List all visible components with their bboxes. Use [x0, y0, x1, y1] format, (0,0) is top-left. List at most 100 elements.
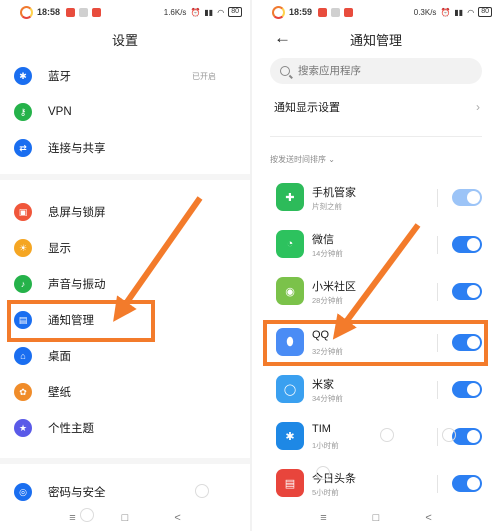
toggle-divider: [437, 428, 438, 446]
app-name: 米家: [312, 379, 334, 391]
sound-icon: ♪: [14, 275, 32, 293]
settings-item[interactable]: ✿ 壁纸: [0, 374, 250, 410]
status-time: 18:59: [289, 7, 313, 17]
home-nav-button[interactable]: □: [122, 512, 129, 524]
settings-item-label: VPN: [48, 106, 72, 118]
notification-app-icon: [318, 7, 328, 17]
bluetooth-icon: ✱: [14, 67, 32, 85]
status-bar: 18:58 1.6K/s ⏰ ▮▮ ◠ 80: [0, 0, 250, 24]
app-notification-row[interactable]: ▤ 今日头条 5小时前: [252, 461, 500, 508]
share-icon: ⇄: [14, 139, 32, 157]
notification-toggle[interactable]: [452, 381, 482, 398]
wifi-icon: ◠: [217, 7, 225, 17]
highlight-box-notification-management: [7, 300, 155, 342]
app-notification-row[interactable]: ✱ TIM 1小时前: [252, 414, 500, 461]
status-time: 18:58: [37, 7, 61, 17]
toggle-divider: [437, 189, 438, 207]
alarm-icon: ⏰: [440, 7, 451, 17]
notification-display-label: 通知显示设置: [274, 102, 340, 114]
app-last-notification-time: 片刻之前: [312, 202, 342, 211]
navigation-bar: ≡ □ <: [252, 505, 500, 531]
notification-toggle[interactable]: [452, 475, 482, 492]
signal-icon: ▮▮: [204, 7, 214, 17]
sort-dropdown[interactable]: 按发送时间排序 ⌄: [270, 154, 335, 165]
alarm-icon: ⏰: [190, 7, 201, 17]
notification-app-icon: [344, 7, 354, 17]
notification-app-icon: [92, 7, 102, 17]
settings-item-label: 蓝牙: [48, 71, 71, 83]
navigation-bar: ≡ □ <: [0, 505, 250, 531]
app-name: 微信: [312, 234, 334, 246]
tim-icon: ✱: [276, 422, 304, 450]
vpn-key-icon: ⚷: [14, 103, 32, 121]
app-status-ring-icon: [272, 5, 285, 19]
notification-toggle[interactable]: [452, 189, 482, 206]
toggle-divider: [437, 236, 438, 254]
notification-toggle[interactable]: [452, 236, 482, 253]
password-security-icon: ◎: [14, 483, 32, 501]
toggle-divider: [437, 381, 438, 399]
wallpaper-icon: ✿: [14, 383, 32, 401]
touch-indicator-icon: [195, 484, 209, 498]
menu-nav-button[interactable]: ≡: [320, 512, 326, 524]
settings-item[interactable]: ★ 个性主题: [0, 410, 250, 446]
toutiao-icon: ▤: [276, 469, 304, 497]
network-speed: 0.3K/s: [413, 7, 437, 17]
app-last-notification-time: 34分钟前: [312, 394, 343, 403]
touch-indicator-icon: [442, 428, 456, 442]
notification-toggle[interactable]: [452, 283, 482, 300]
app-notification-row[interactable]: ✚ 手机管家 片刻之前: [252, 175, 500, 222]
settings-item[interactable]: ⌂ 桌面: [0, 338, 250, 374]
search-bar[interactable]: [270, 58, 482, 84]
menu-nav-button[interactable]: ≡: [69, 512, 75, 524]
back-nav-button[interactable]: <: [425, 512, 431, 524]
status-bar: 18:59 0.3K/s ⏰ ▮▮ ◠ 80: [252, 0, 500, 24]
notification-app-icon: [79, 7, 89, 17]
settings-item[interactable]: ✱ 蓝牙 已开启: [0, 58, 250, 94]
wechat-icon: ◔: [276, 230, 304, 258]
settings-item-label: 声音与振动: [48, 279, 106, 291]
app-notification-row[interactable]: ◔ 微信 14分钟前: [252, 222, 500, 269]
settings-item[interactable]: ▣ 息屏与锁屏: [0, 194, 250, 230]
notification-display-settings[interactable]: 通知显示设置 ›: [252, 92, 500, 122]
notification-management-screen: 18:59 0.3K/s ⏰ ▮▮ ◠ 80 ← 通知管理 通知显示设置 › 按…: [252, 0, 500, 531]
settings-item-label: 连接与共享: [48, 143, 106, 155]
back-nav-button[interactable]: <: [174, 512, 180, 524]
home-nav-button[interactable]: □: [373, 512, 380, 524]
settings-item[interactable]: ⇄ 连接与共享: [0, 130, 250, 166]
mijia-icon: ◯: [276, 375, 304, 403]
chevron-down-icon: ⌄: [328, 155, 335, 164]
app-notification-row[interactable]: ◉ 小米社区 28分钟前: [252, 269, 500, 316]
search-input[interactable]: [298, 65, 468, 77]
settings-item[interactable]: ☀ 显示: [0, 230, 250, 266]
settings-item-label: 显示: [48, 243, 71, 255]
sort-label: 按发送时间排序: [270, 155, 326, 164]
page-title: 设置: [111, 33, 138, 48]
display-brightness-icon: ☀: [14, 239, 32, 257]
settings-item-label: 壁纸: [48, 387, 71, 399]
chevron-right-icon: ›: [476, 100, 480, 114]
app-name: TIM: [312, 423, 331, 435]
security-manager-icon: ✚: [276, 183, 304, 211]
notification-toggle[interactable]: [452, 428, 482, 445]
settings-screen: 18:58 1.6K/s ⏰ ▮▮ ◠ 80 设置 ✱ 蓝牙 已开启 ⚷ VPN ⇄ 连接与…: [0, 0, 250, 531]
touch-indicator-icon: [316, 466, 330, 480]
settings-item[interactable]: ⚷ VPN: [0, 94, 250, 130]
settings-item[interactable]: ♪ 声音与振动: [0, 266, 250, 302]
notification-app-icon: [331, 7, 341, 17]
app-notification-row[interactable]: ◯ 米家 34分钟前: [252, 367, 500, 414]
group-separator: [0, 174, 250, 180]
app-status-ring-icon: [20, 5, 33, 19]
settings-item-label: 个性主题: [48, 423, 94, 435]
app-last-notification-time: 1小时前: [312, 441, 339, 450]
battery-indicator: 80: [478, 7, 492, 17]
toggle-divider: [437, 475, 438, 493]
settings-item-label: 桌面: [48, 351, 71, 363]
notification-app-icon: [66, 7, 76, 17]
page-title: 通知管理: [349, 33, 402, 48]
mi-community-icon: ◉: [276, 277, 304, 305]
app-last-notification-time: 28分钟前: [312, 296, 343, 305]
settings-item-label: 密码与安全: [48, 487, 106, 499]
settings-item-value: 已开启: [192, 71, 216, 81]
home-desktop-icon: ⌂: [14, 347, 32, 365]
